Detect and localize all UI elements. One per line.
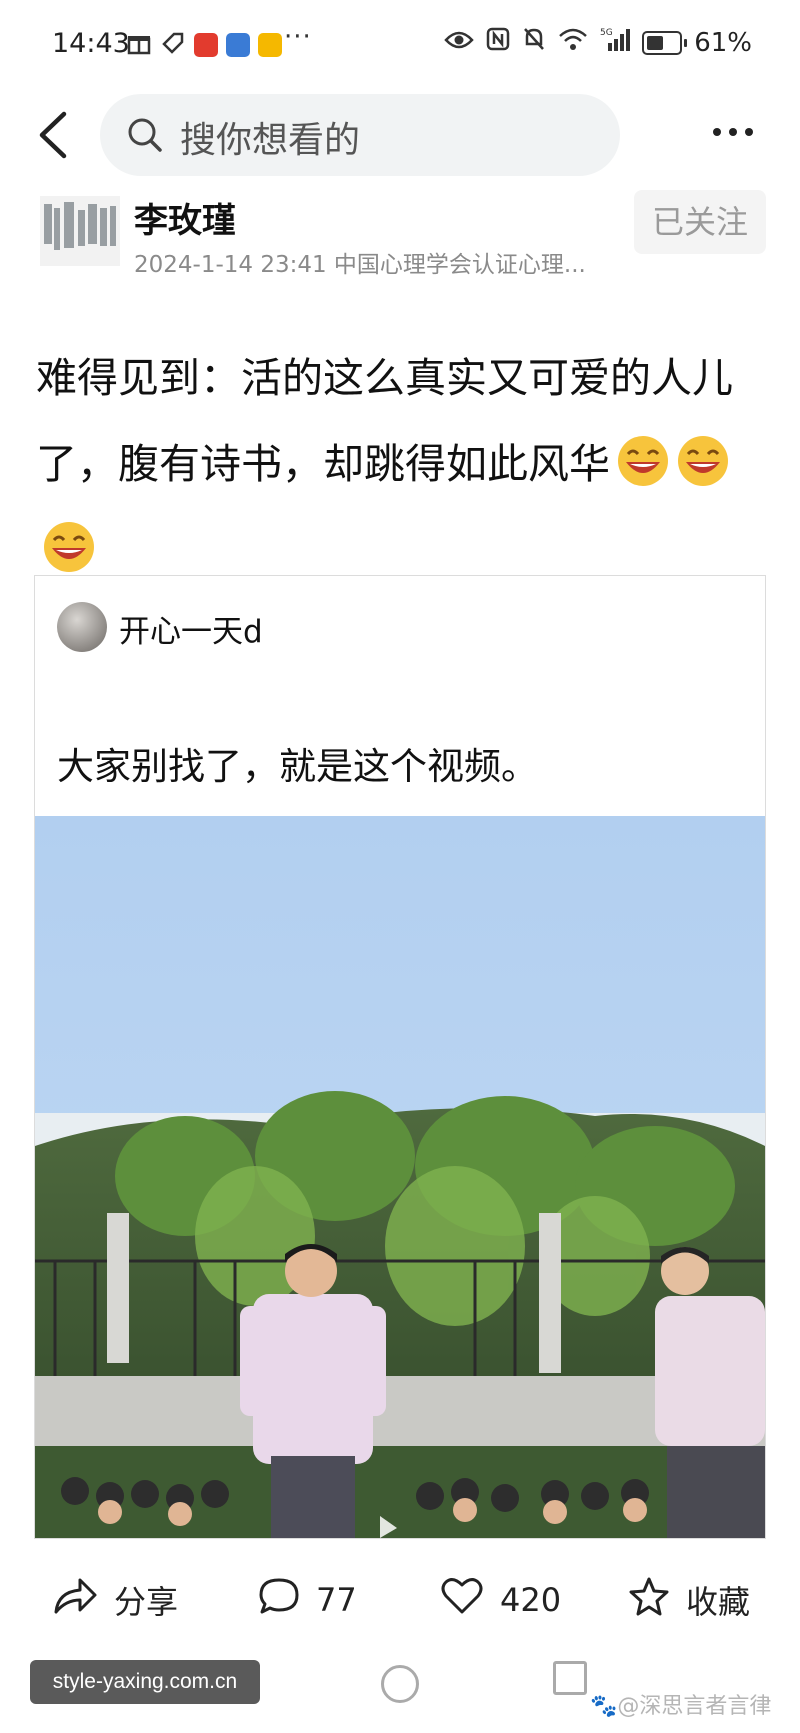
laughing-face-icon [676, 431, 730, 486]
source-credit: 🐾@深思言者言律 [590, 1688, 771, 1720]
search-placeholder: 搜你想看的 [180, 120, 361, 161]
author-avatar[interactable] [40, 196, 120, 266]
laughing-face-icon [616, 431, 670, 486]
nfc-icon [486, 27, 510, 58]
bag-app-icon [226, 33, 250, 57]
search-icon [126, 116, 164, 158]
share-label: 分享 [114, 1583, 179, 1621]
quoted-post-text: 大家别找了，就是这个视频。 [57, 745, 538, 788]
eye-icon [444, 28, 474, 58]
star-icon [628, 1576, 670, 1624]
favorite-button[interactable]: 收藏 [628, 1576, 750, 1624]
back-button[interactable] [30, 100, 80, 170]
status-time: 14:43 [52, 28, 130, 59]
coupon-app-icon [258, 33, 282, 57]
favorite-label: 收藏 [686, 1583, 751, 1621]
svg-text:5G: 5G [600, 28, 613, 38]
quoted-author-name[interactable]: 开心一天d [119, 606, 263, 651]
share-button[interactable]: 分享 [52, 1576, 178, 1624]
system-icons: 5G 61% [444, 26, 752, 59]
credit-text: @深思言者言律 [617, 1694, 772, 1719]
shopping-app-icon [194, 33, 218, 57]
quoted-author-avatar[interactable] [57, 602, 107, 652]
back-arrow-icon [39, 111, 67, 159]
post-text: 难得见到：活的这么真实又可爱的人儿了，腹有诗书，却跳得如此风华 [36, 335, 776, 593]
follow-button[interactable]: 已关注 [634, 190, 766, 254]
comment-count: 77 [316, 1581, 357, 1619]
search-input[interactable]: 搜你想看的 [100, 94, 620, 176]
paw-icon: 🐾 [590, 1694, 618, 1719]
heart-icon [440, 1576, 484, 1624]
wifi-icon [558, 27, 588, 58]
like-button[interactable]: 420 [440, 1576, 561, 1624]
dot [745, 128, 753, 136]
gift-icon [126, 30, 152, 60]
author-name[interactable]: 李玫瑾 [134, 193, 236, 242]
dot [729, 128, 737, 136]
dot [713, 128, 721, 136]
battery-percent: 61% [694, 27, 752, 58]
quoted-post-card[interactable]: 开心一天d 大家别找了，就是这个视频。 [34, 575, 766, 1539]
laughing-face-icon [42, 517, 96, 572]
nav-home-button[interactable] [381, 1665, 419, 1703]
notification-icons [126, 30, 282, 60]
tag-icon [160, 30, 186, 60]
share-icon [52, 1576, 98, 1624]
like-count: 420 [500, 1581, 562, 1619]
more-notifications-indicator: ··· [284, 22, 312, 52]
signal-icon: 5G [600, 27, 631, 58]
nav-recents-button[interactable] [553, 1661, 587, 1695]
status-bar: 14:43 ··· 5G 61% [0, 0, 800, 90]
more-options-button[interactable] [708, 112, 758, 152]
comment-button[interactable]: 77 [258, 1576, 357, 1624]
mute-icon [522, 26, 546, 59]
comment-icon [258, 1576, 300, 1624]
post-meta: 2024-1-14 23:41 中国心理学会认证心理... [134, 252, 586, 278]
watermark: style-yaxing.com.cn [30, 1660, 260, 1704]
video-player[interactable] [35, 816, 765, 1538]
action-bar: 分享 77 420 收藏 [0, 1566, 800, 1646]
battery-icon [642, 30, 688, 55]
